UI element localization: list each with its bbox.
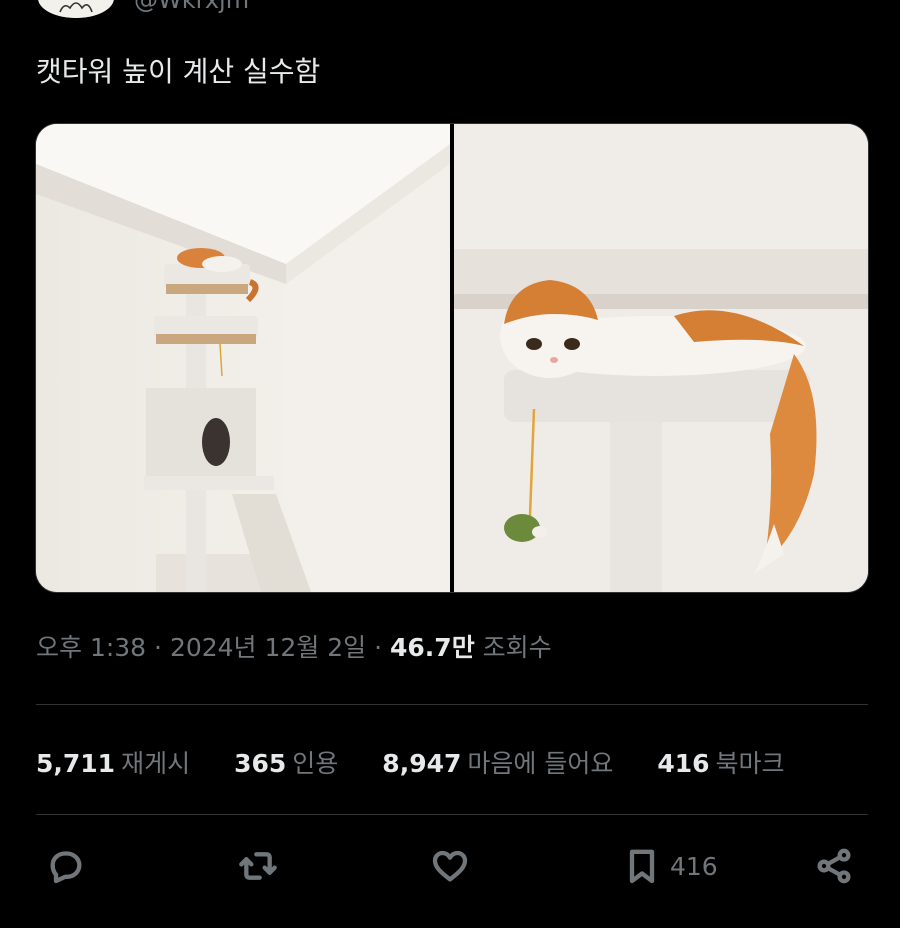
media-photo-right[interactable]	[454, 124, 868, 592]
reply-icon	[50, 851, 82, 884]
views-count: 46.7만	[390, 633, 475, 662]
meta-separator: ·	[366, 633, 391, 662]
reposts-count: 5,711	[36, 749, 116, 778]
action-bar: 416	[0, 838, 900, 898]
bookmarks-count: 416	[657, 749, 710, 778]
tweet-date[interactable]: 2024년 12월 2일	[170, 633, 366, 662]
tweet-meta: 오후 1:38 · 2024년 12월 2일 · 46.7만 조회수	[36, 628, 552, 664]
reply-button[interactable]	[46, 838, 86, 894]
share-icon	[817, 848, 851, 884]
user-handle[interactable]: @Wkrxjm	[134, 0, 249, 14]
tweet-time[interactable]: 오후 1:38	[36, 633, 146, 662]
cat-on-tower-closeup	[454, 124, 868, 592]
bookmark-button[interactable]: 416	[622, 838, 718, 894]
like-button[interactable]	[430, 838, 470, 894]
share-button[interactable]	[814, 838, 854, 894]
engagement-stats: 5,711 재게시 365 인용 8,947 마음에 들어요 416 북마크	[36, 740, 829, 784]
meta-separator: ·	[146, 633, 170, 662]
repost-button[interactable]	[238, 838, 278, 894]
likes-count: 8,947	[382, 749, 462, 778]
quotes-count: 365	[234, 749, 287, 778]
media-photo-left[interactable]	[36, 124, 450, 592]
bookmarks-label: 북마크	[715, 749, 785, 778]
bookmark-icon	[629, 849, 655, 884]
bookmark-action-count: 416	[670, 851, 718, 881]
stat-bookmarks[interactable]: 416 북마크	[657, 744, 784, 780]
media-grid	[35, 123, 869, 593]
quotes-label: 인용	[292, 749, 339, 778]
likes-label: 마음에 들어요	[467, 749, 614, 778]
reposts-label: 재게시	[121, 749, 191, 778]
cat-tower-photo	[36, 124, 450, 592]
tweet-text: 캣타워 높이 계산 실수함	[36, 55, 321, 88]
stat-reposts[interactable]: 5,711 재게시	[36, 744, 190, 780]
divider	[36, 814, 868, 815]
divider	[36, 704, 868, 705]
heart-icon	[432, 850, 468, 882]
stat-quotes[interactable]: 365 인용	[234, 744, 338, 780]
views-label: 조회수	[482, 633, 552, 662]
stat-likes[interactable]: 8,947 마음에 들어요	[382, 744, 613, 780]
repost-icon	[239, 852, 277, 880]
avatar[interactable]	[38, 0, 114, 18]
